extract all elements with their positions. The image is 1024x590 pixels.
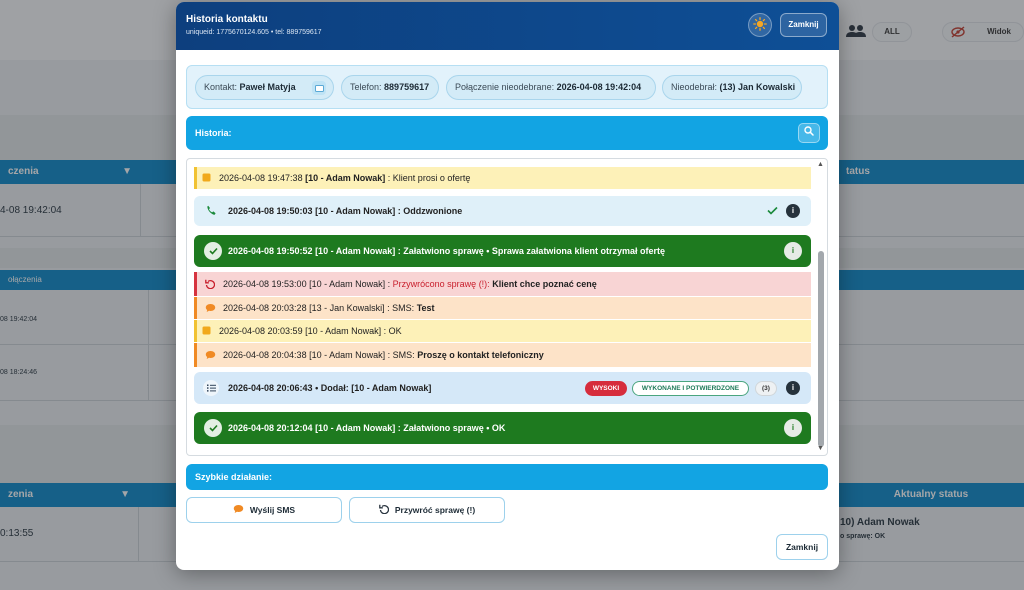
sun-icon: [753, 16, 767, 34]
restore-case-label: Przywróć sprawę (!): [394, 505, 476, 515]
not-answered-value: (13) Jan Kowalski: [719, 82, 796, 92]
not-answered-label: Nieodebrał:: [671, 82, 718, 92]
missed-label: Połączenie nieodebrane:: [455, 82, 555, 92]
history-search-button[interactable]: [798, 123, 820, 143]
undo-icon: [378, 499, 389, 523]
history-entry-note: 2026-04-08 19:47:38 [10 - Adam Nowak] : …: [194, 167, 811, 189]
scroll-up-arrow-icon[interactable]: ▲: [817, 161, 824, 168]
phone-chip: Telefon: 889759617: [341, 75, 439, 100]
scroll-down-arrow-icon[interactable]: ▼: [817, 445, 824, 452]
check-icon: [767, 206, 778, 215]
entry-label: : SMS:: [387, 303, 415, 313]
contact-label: Kontakt:: [204, 82, 238, 92]
id-card-icon[interactable]: [312, 81, 326, 95]
history-entry-sms: 2026-04-08 20:03:28 [13 - Jan Kowalski] …: [194, 297, 811, 319]
priority-badge: WYSOKI: [585, 381, 627, 396]
search-icon: [804, 116, 814, 150]
entry-text: Klient chce poznać cenę: [492, 279, 597, 289]
info-icon[interactable]: i: [784, 419, 802, 437]
entry-author: [10 - Adam Nowak] :: [309, 279, 391, 289]
theme-toggle-button[interactable]: [748, 13, 772, 37]
note-icon: [202, 173, 211, 182]
contact-value: Paweł Matyja: [239, 82, 296, 92]
phone-label: Telefon:: [350, 82, 382, 92]
info-icon[interactable]: i: [786, 381, 800, 395]
entry-time: 2026-04-08 19:47:38: [219, 173, 303, 183]
history-entry-done: 2026-04-08 20:12:04 [10 - Adam Nowak] : …: [194, 412, 811, 444]
contact-history-modal: Historia kontaktu uniqueid: 1775670124.6…: [176, 2, 839, 570]
count-badge: (3): [755, 381, 777, 396]
close-button-bottom[interactable]: Zamknij: [776, 534, 828, 560]
status-badge: WYKONANE I POTWIERDZONE: [632, 381, 749, 396]
restore-case-button[interactable]: Przywróć sprawę (!): [349, 497, 505, 523]
entry-text: 2026-04-08 19:50:03 [10 - Adam Nowak] : …: [228, 206, 463, 216]
check-circle-icon: [204, 242, 222, 260]
quick-actions-label: Szybkie działanie:: [195, 472, 273, 482]
not-answered-chip: Nieodebrał: (13) Jan Kowalski: [662, 75, 802, 100]
entry-text: 2026-04-08 20:06:43 • Dodał: [10 - Adam …: [228, 383, 432, 393]
chat-icon: [205, 350, 216, 360]
history-entry-call: 2026-04-08 19:50:03 [10 - Adam Nowak] : …: [194, 196, 811, 226]
history-entry-task: 2026-04-08 20:06:43 • Dodał: [10 - Adam …: [194, 372, 811, 404]
scrollbar-thumb[interactable]: [818, 251, 824, 447]
history-entry-note: 2026-04-08 20:03:59 [10 - Adam Nowak] : …: [194, 320, 811, 342]
chat-icon: [205, 303, 216, 313]
entry-text: Proszę o kontakt telefoniczny: [417, 350, 544, 360]
check-circle-icon: [204, 419, 222, 437]
entry-text: : Klient prosi o ofertę: [387, 173, 471, 183]
entry-text: 2026-04-08 20:12:04 [10 - Adam Nowak] : …: [228, 423, 506, 433]
info-icon[interactable]: i: [784, 242, 802, 260]
entry-text: Test: [416, 303, 435, 313]
contact-info-box: Kontakt: Paweł Matyja Telefon: 889759617…: [186, 65, 828, 109]
quick-actions-header: Szybkie działanie:: [186, 464, 828, 490]
entry-author: [10 - Adam Nowak]: [305, 173, 386, 183]
contact-chip: Kontakt: Paweł Matyja: [195, 75, 334, 100]
modal-header: Historia kontaktu uniqueid: 1775670124.6…: [176, 2, 839, 50]
entry-author: [10 - Adam Nowak]: [309, 350, 386, 360]
chat-icon: [233, 499, 244, 523]
history-entry-done: 2026-04-08 19:50:52 [10 - Adam Nowak] : …: [194, 235, 811, 267]
entry-label: : SMS:: [387, 350, 415, 360]
send-sms-label: Wyślij SMS: [249, 505, 296, 515]
history-header: Historia:: [186, 116, 828, 150]
missed-call-chip: Połączenie nieodebrane: 2026-04-08 19:42…: [446, 75, 656, 100]
history-entry-sms: 2026-04-08 20:04:38 [10 - Adam Nowak] : …: [194, 343, 811, 367]
undo-icon: [205, 279, 215, 289]
task-list-icon: [203, 380, 219, 396]
info-icon[interactable]: i: [786, 204, 800, 218]
history-entry-restore: 2026-04-08 19:53:00 [10 - Adam Nowak] : …: [194, 272, 811, 296]
phone-value: 889759617: [384, 82, 430, 92]
modal-subtitle: uniqueid: 1775670124.605 • tel: 88975961…: [186, 29, 322, 36]
send-sms-button[interactable]: Wyślij SMS: [186, 497, 342, 523]
entry-text: : OK: [383, 326, 402, 336]
note-icon: [202, 326, 211, 335]
entry-time: 2026-04-08 20:03:59: [219, 326, 303, 336]
entry-author: [13 - Jan Kowalski]: [309, 303, 385, 313]
history-label: Historia:: [195, 128, 232, 138]
history-list[interactable]: 2026-04-08 19:47:38 [10 - Adam Nowak] : …: [186, 158, 828, 456]
history-scrollbar[interactable]: ▲ ▼: [817, 161, 825, 453]
missed-value: 2026-04-08 19:42:04: [556, 82, 642, 92]
entry-time: 2026-04-08 20:04:38: [223, 350, 307, 360]
entry-text: 2026-04-08 19:50:52 [10 - Adam Nowak] : …: [228, 246, 665, 256]
entry-time: 2026-04-08 20:03:28: [223, 303, 307, 313]
close-button-top[interactable]: Zamknij: [780, 13, 827, 37]
entry-label: Przywrócono sprawę (!):: [392, 279, 490, 289]
modal-title: Historia kontaktu: [186, 14, 268, 25]
entry-author: [10 - Adam Nowak]: [305, 326, 382, 336]
entry-time: 2026-04-08 19:53:00: [223, 279, 307, 289]
phone-icon: [206, 205, 217, 216]
